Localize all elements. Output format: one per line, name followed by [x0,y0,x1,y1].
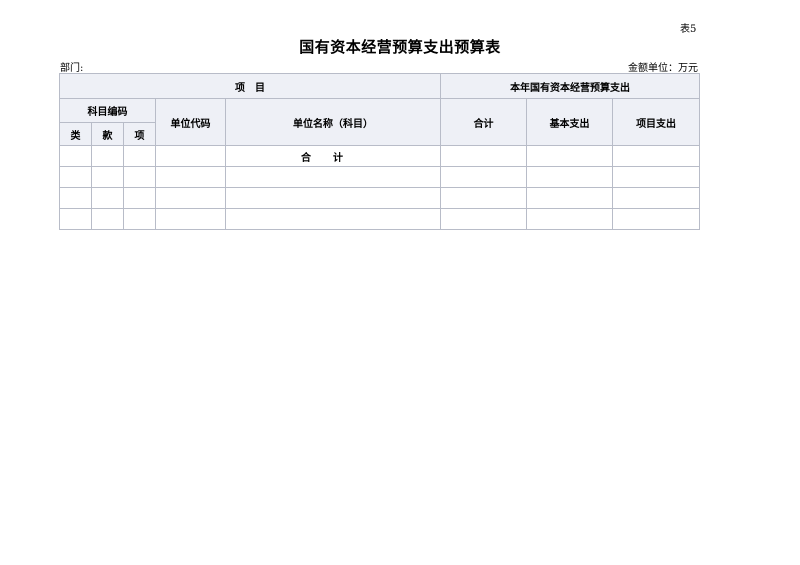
header-section: 款 [91,122,124,146]
cell-unit-name [224,166,442,188]
cell-item [123,187,156,209]
cell-total [440,145,528,167]
header-category: 类 [59,122,92,146]
cell-unit-code [155,187,226,209]
header-current-year-expense: 本年国有资本经营预算支出 [440,73,701,99]
header-project: 项 目 [58,73,442,99]
table-row [59,187,701,209]
header-unit-code: 单位代码 [155,98,226,146]
cell-unit-name: 合计 [224,145,442,167]
cell-project-expense [612,208,701,230]
budget-table: 项 目 本年国有资本经营预算支出 科目编码 单位代码 单位名称（科目） 合计 基… [58,73,701,230]
table-number: 表5 [680,24,697,35]
table-row [59,166,701,188]
amount-unit-label: 金额单位：万元 [628,63,698,74]
cell-section [91,187,124,209]
header-basic-expense: 基本支出 [526,98,614,146]
header-subject-code: 科目编码 [59,98,156,123]
cell-total [440,208,528,230]
cell-basic-expense [526,187,614,209]
cell-unit-code [155,166,226,188]
cell-basic-expense [526,208,614,230]
header-project-expense: 项目支出 [612,98,701,146]
page-title: 国有资本经营预算支出预算表 [299,38,501,56]
cell-total [440,166,528,188]
cell-project-expense [612,145,701,167]
cell-item [123,208,156,230]
department-label: 部门: [60,63,84,74]
cell-unit-code [155,208,226,230]
cell-basic-expense [526,145,614,167]
header-total: 合计 [440,98,528,146]
cell-item [123,166,156,188]
cell-basic-expense [526,166,614,188]
cell-total [440,187,528,209]
cell-category [59,187,92,209]
header-unit-name: 单位名称（科目） [224,98,442,146]
cell-project-expense [612,187,701,209]
header-item: 项 [123,122,156,146]
cell-unit-code [155,145,226,167]
cell-section [91,145,124,167]
cell-section [91,208,124,230]
cell-project-expense [612,166,701,188]
cell-section [91,166,124,188]
cell-item [123,145,156,167]
cell-category [59,208,92,230]
cell-category [59,145,92,167]
table-row-total: 合计 [59,145,701,167]
cell-category [59,166,92,188]
cell-unit-name [224,187,442,209]
cell-unit-name [224,208,442,230]
table-row [59,208,701,230]
